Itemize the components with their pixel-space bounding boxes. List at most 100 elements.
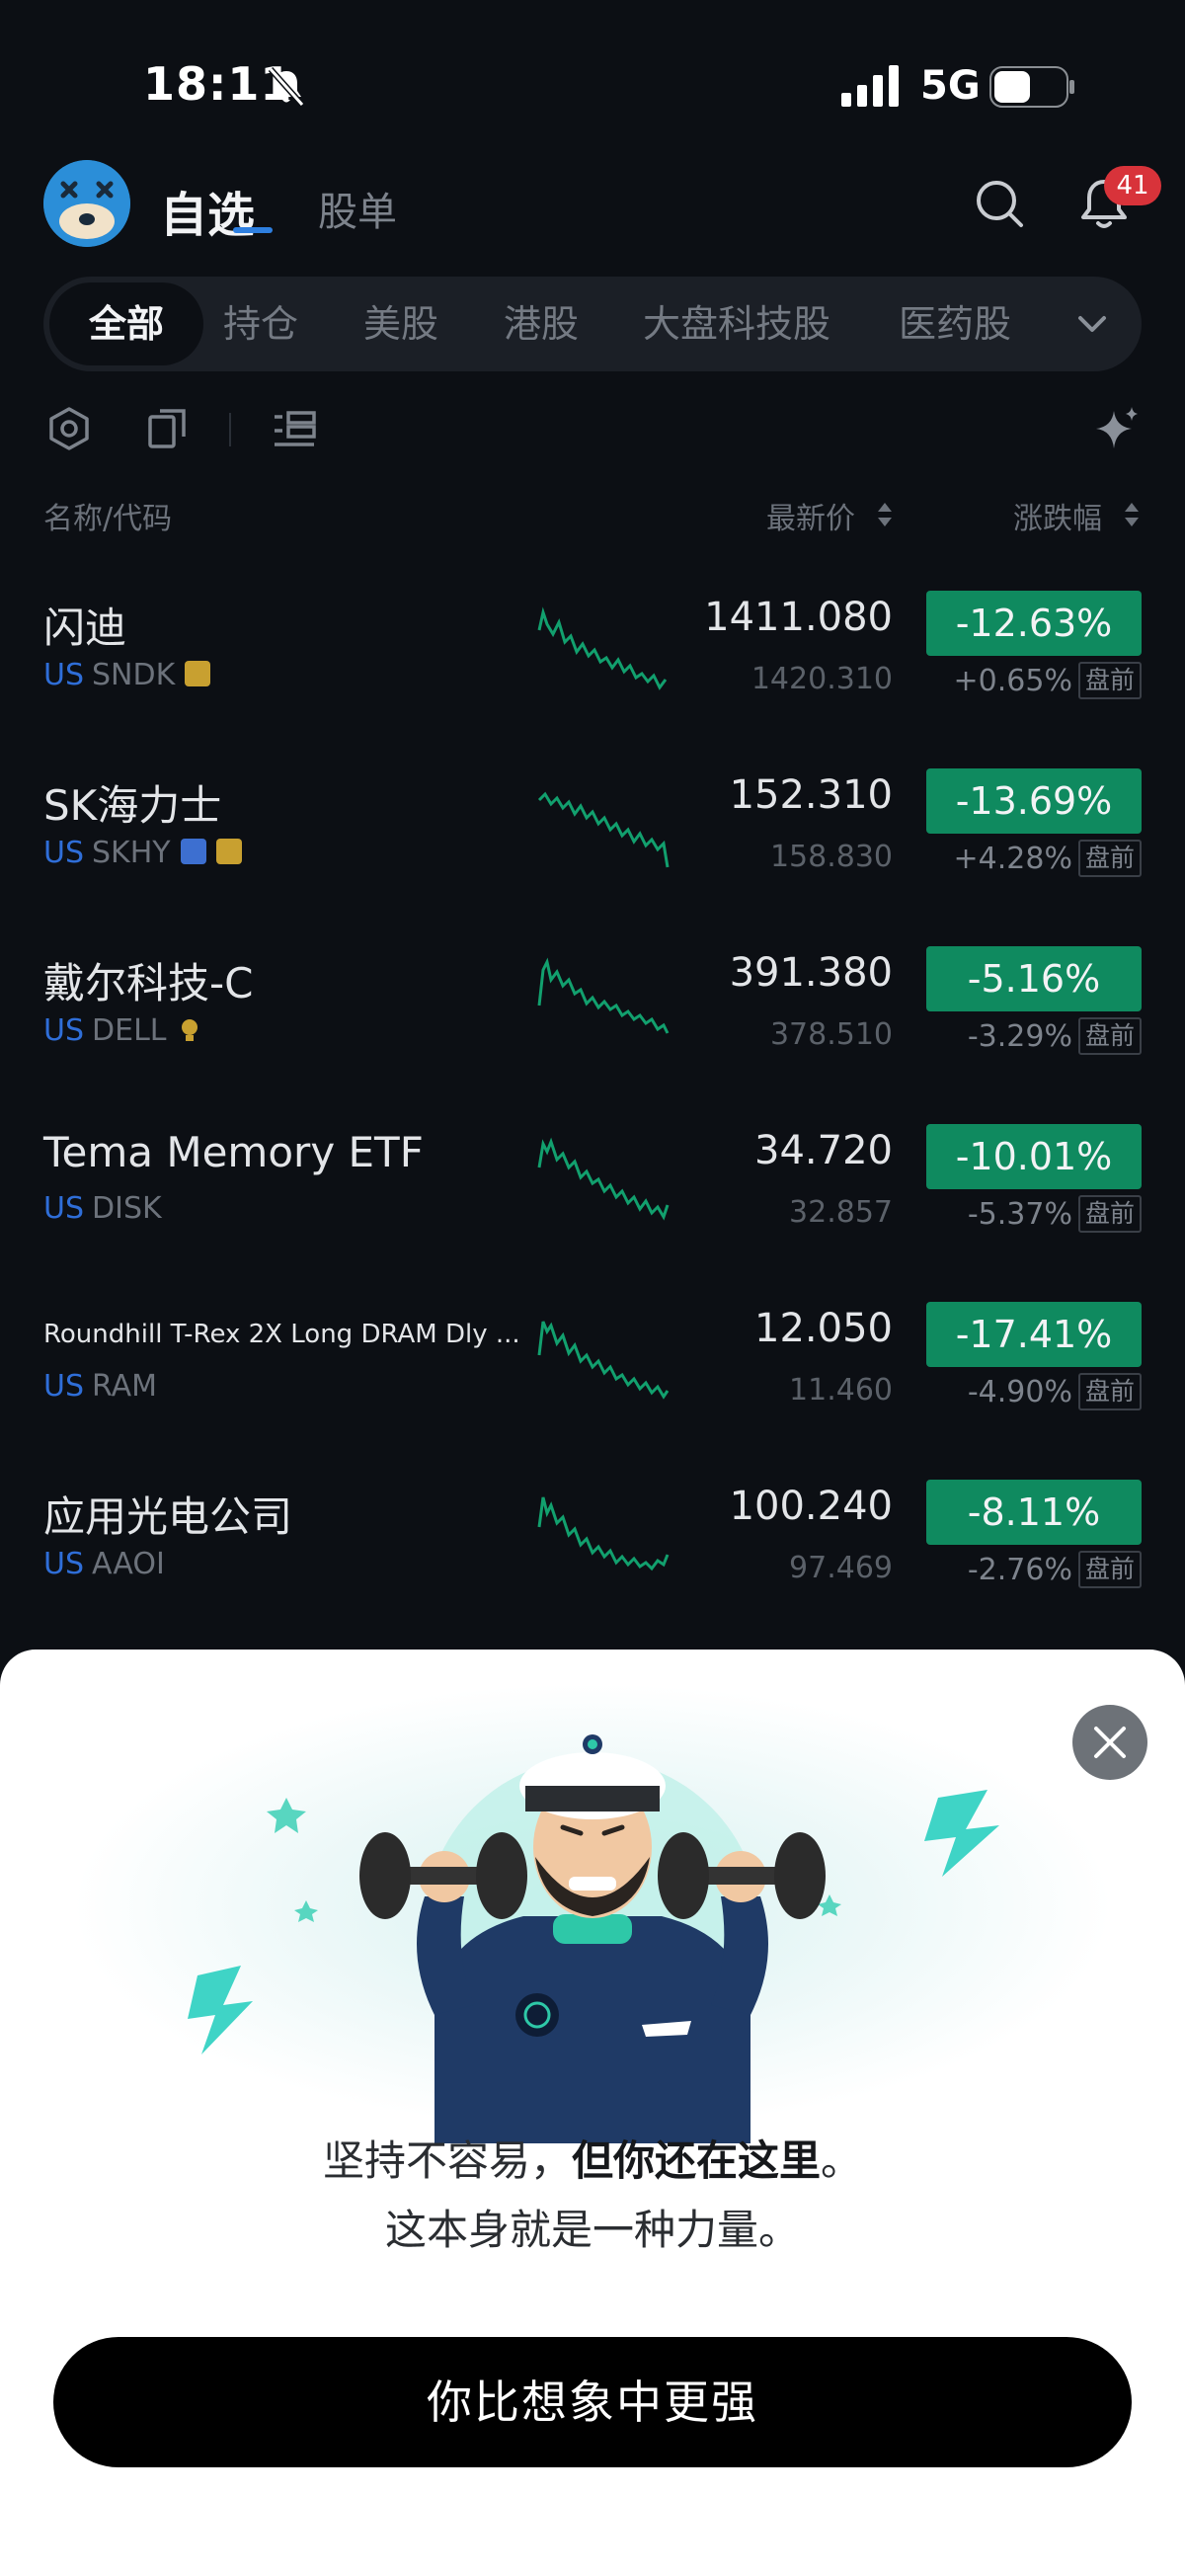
latest-price: 391.380: [729, 950, 893, 996]
latest-price: 100.240: [729, 1484, 893, 1529]
premarket-change: -3.29%: [967, 1019, 1072, 1054]
category-tab-pharma[interactable]: 医药股: [899, 277, 1011, 371]
market-label: US: [43, 1369, 85, 1404]
sparkline-chart: [537, 791, 670, 868]
sparkle-icon[interactable]: [1090, 403, 1142, 454]
stock-name: Roundhill T-Rex 2X Long DRAM Dly ...: [43, 1320, 520, 1349]
sparkline-chart: [537, 1321, 670, 1400]
toolbar-divider: [229, 413, 231, 446]
stock-code: US SKHY: [43, 836, 242, 870]
stock-code: US DELL: [43, 1013, 202, 1048]
avatar-icon: [43, 160, 130, 247]
header: 自选 股单 41: [0, 158, 1185, 257]
stock-row[interactable]: 闪迪 US SNDK 1411.080 1420.310 -12.63% +0.6…: [0, 573, 1185, 751]
ticker: SNDK: [92, 658, 176, 692]
change-badge[interactable]: -12.63%: [926, 591, 1142, 656]
stock-row[interactable]: 应用光电公司 US AAOI 100.240 97.469 -8.11% -2.7…: [0, 1462, 1185, 1640]
chevron-down-icon[interactable]: [1066, 298, 1118, 350]
sparkline-chart: [537, 957, 670, 1034]
change-badge[interactable]: -8.11%: [926, 1480, 1142, 1545]
premarket-price: 378.510: [769, 1017, 893, 1052]
stock-name: SK海力士: [43, 781, 222, 830]
category-tab-us[interactable]: 美股: [363, 277, 438, 371]
calendar-icon: [185, 660, 211, 686]
premarket-label: 盘前: [1078, 1195, 1142, 1233]
calendar-icon: [215, 838, 242, 864]
ticker: AAOI: [92, 1547, 165, 1581]
sparkline-chart: [537, 606, 668, 690]
latest-price: 34.720: [754, 1128, 893, 1173]
stock-row[interactable]: 戴尔科技-C US DELL 391.380 378.510 -5.16% -3.…: [0, 928, 1185, 1106]
change-badge[interactable]: -17.41%: [926, 1302, 1142, 1367]
sparkline-chart: [537, 1496, 670, 1571]
premarket-price: 1420.310: [750, 662, 893, 696]
ticker: DELL: [92, 1013, 167, 1048]
video-icon: [180, 838, 206, 864]
sailor-dumbbell-illustration: [188, 1734, 999, 2143]
category-tab-all[interactable]: 全部: [49, 282, 204, 365]
avatar[interactable]: [43, 160, 130, 247]
stock-code: US AAOI: [43, 1547, 165, 1581]
change-badge[interactable]: -5.16%: [926, 946, 1142, 1011]
sort-icon[interactable]: [1122, 500, 1142, 529]
tab-active-indicator: [233, 227, 273, 233]
settings-hex-icon[interactable]: [43, 403, 95, 454]
stock-code: US DISK: [43, 1191, 162, 1226]
change-badge[interactable]: -10.01%: [926, 1124, 1142, 1189]
encouragement-sheet: 坚持不容易，但你还在这里。 这本身就是一种力量。 你比想象中更强: [0, 1650, 1185, 2576]
stock-name: 戴尔科技-C: [43, 959, 254, 1007]
confirm-button[interactable]: 你比想象中更强: [53, 2337, 1132, 2467]
list-layout-icon[interactable]: [269, 403, 320, 454]
copy-icon[interactable]: [142, 403, 194, 454]
market-label: US: [43, 836, 85, 870]
market-label: US: [43, 1013, 85, 1048]
premarket-label: 盘前: [1078, 1017, 1142, 1055]
column-header-change[interactable]: 涨跌幅: [1013, 494, 1102, 537]
column-header-price[interactable]: 最新价: [766, 494, 855, 537]
premarket-change: -5.37%: [967, 1197, 1072, 1232]
premarket-price: 158.830: [769, 840, 893, 874]
stock-row[interactable]: Roundhill T-Rex 2X Long DRAM Dly ... US R…: [0, 1284, 1185, 1462]
network-label: 5G: [920, 63, 981, 109]
premarket-change: -2.76%: [967, 1553, 1072, 1587]
category-tab-holdings[interactable]: 持仓: [223, 277, 298, 371]
signal-icon: [841, 65, 899, 107]
premarket-change: +0.65%: [953, 664, 1072, 698]
latest-price: 12.050: [754, 1306, 893, 1351]
sheet-message-normal: 坚持不容易，: [322, 2136, 572, 2185]
category-tab-big-tech[interactable]: 大盘科技股: [643, 277, 830, 371]
change-badge[interactable]: -13.69%: [926, 768, 1142, 834]
market-label: US: [43, 658, 85, 692]
stock-name: Tema Memory ETF: [43, 1128, 424, 1176]
stock-code: US RAM: [43, 1369, 157, 1404]
ticker: SKHY: [92, 836, 171, 870]
premarket-price: 97.469: [789, 1551, 893, 1585]
tab-stock-lists[interactable]: 股单: [318, 180, 397, 237]
close-button[interactable]: [1072, 1705, 1147, 1780]
sort-icon[interactable]: [875, 500, 895, 529]
ticker: DISK: [92, 1191, 162, 1226]
premarket-price: 32.857: [789, 1195, 893, 1230]
stock-row[interactable]: Tema Memory ETF US DISK 34.720 32.857 -10…: [0, 1106, 1185, 1284]
stock-row[interactable]: SK海力士 US SKHY 152.310 158.830 -13.69% +4.…: [0, 751, 1185, 928]
premarket-label: 盘前: [1078, 840, 1142, 877]
bulb-icon: [177, 1016, 202, 1042]
ticker: RAM: [92, 1369, 158, 1404]
bell-mute-icon: [268, 67, 305, 107]
search-icon[interactable]: [972, 176, 1027, 231]
sheet-message-line2: 这本身就是一种力量。: [384, 2206, 800, 2254]
premarket-change: -4.90%: [967, 1375, 1072, 1409]
sheet-message-line1: 坚持不容易，但你还在这里。: [0, 2128, 1185, 2188]
tab-watchlist[interactable]: 自选: [160, 176, 255, 245]
column-header-name: 名称/代码: [43, 502, 173, 536]
latest-price: 1411.080: [704, 595, 893, 640]
category-tab-hk[interactable]: 港股: [504, 277, 579, 371]
latest-price: 152.310: [729, 772, 893, 818]
stock-name: 闪迪: [43, 604, 127, 652]
market-label: US: [43, 1191, 85, 1226]
stock-name: 应用光电公司: [43, 1492, 293, 1541]
premarket-label: 盘前: [1078, 1373, 1142, 1410]
premarket-label: 盘前: [1078, 662, 1142, 699]
sheet-message-end: 。: [821, 2136, 863, 2185]
stock-code: US SNDK: [43, 658, 211, 692]
